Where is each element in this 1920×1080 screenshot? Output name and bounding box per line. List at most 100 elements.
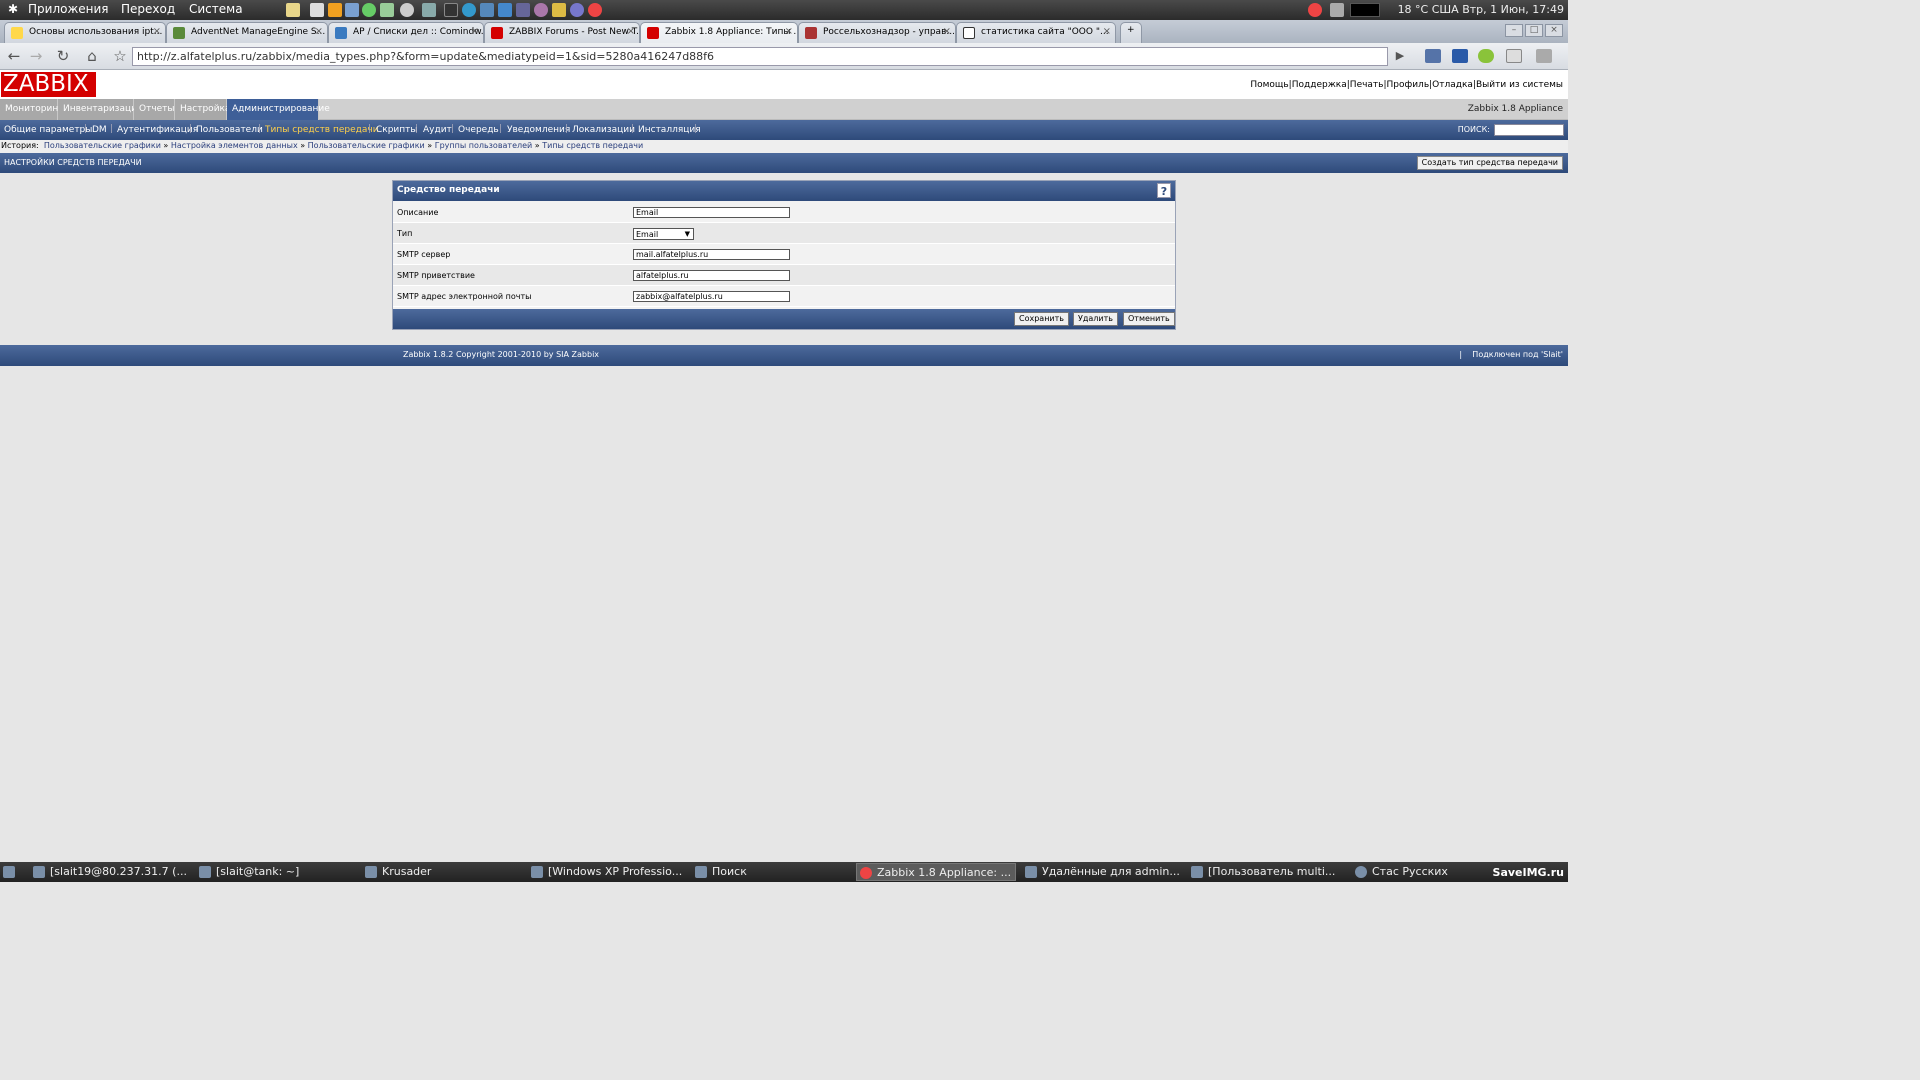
- reload-icon[interactable]: ↻: [53, 47, 73, 65]
- submenu-notifications[interactable]: Уведомления: [507, 125, 570, 135]
- close-icon[interactable]: ×: [153, 26, 161, 37]
- spreadsheet-icon[interactable]: [380, 3, 394, 17]
- back-icon[interactable]: ←: [4, 47, 24, 65]
- gnome-logo-icon[interactable]: ✱: [8, 2, 18, 16]
- tab-configuration[interactable]: Настройка: [175, 99, 231, 120]
- submenu-scripts[interactable]: Скрипты: [376, 125, 418, 135]
- cancel-button[interactable]: Отменить: [1123, 312, 1175, 326]
- taskbar-item[interactable]: Krusader: [362, 863, 522, 881]
- menu-places[interactable]: Переход: [121, 2, 175, 16]
- link-support[interactable]: Поддержка: [1292, 80, 1347, 90]
- tab-administration[interactable]: Администрирование: [227, 99, 330, 120]
- taskbar-item[interactable]: Удалённые для admin...: [1022, 863, 1182, 881]
- home-icon[interactable]: ⌂: [82, 47, 102, 65]
- terminal-icon[interactable]: [444, 3, 458, 17]
- submenu-general[interactable]: Общие параметры: [4, 125, 92, 135]
- link-print[interactable]: Печать: [1350, 80, 1384, 90]
- zabbix-logo[interactable]: ZABBIX: [1, 72, 96, 97]
- link-debug[interactable]: Отладка: [1432, 80, 1473, 90]
- messenger-icon[interactable]: [362, 3, 376, 17]
- browser-tab[interactable]: Россельхознадзор - управ... ×: [798, 22, 956, 43]
- submenu-locales[interactable]: Локализации: [572, 125, 635, 135]
- taskbar-item[interactable]: Стас Русских: [1352, 863, 1497, 881]
- submenu-users[interactable]: Пользователи: [196, 125, 263, 135]
- delete-button[interactable]: Удалить: [1073, 312, 1118, 326]
- help-icon[interactable]: ?: [1157, 183, 1171, 198]
- smtp-email-input[interactable]: zabbix@alfatelplus.ru: [633, 291, 790, 302]
- mail-icon[interactable]: [310, 3, 324, 17]
- close-icon[interactable]: ×: [627, 26, 635, 37]
- show-desktop-icon[interactable]: [0, 863, 22, 881]
- description-input[interactable]: Email: [633, 207, 790, 218]
- history-item[interactable]: Настройка элементов данных: [171, 141, 298, 150]
- forward-icon[interactable]: →: [26, 47, 46, 65]
- submenu-queue[interactable]: Очередь: [458, 125, 499, 135]
- taskbar-item[interactable]: [Windows XP Professio...: [528, 863, 688, 881]
- close-icon[interactable]: ×: [1103, 26, 1111, 37]
- network-icon[interactable]: [345, 3, 359, 17]
- create-media-type-button[interactable]: Создать тип средства передачи: [1416, 156, 1563, 170]
- bookmark-star-icon[interactable]: ☆: [110, 47, 130, 65]
- history-item[interactable]: Группы пользователей: [435, 141, 533, 150]
- system-monitor-graph[interactable]: [1350, 3, 1380, 17]
- warning-icon[interactable]: [328, 3, 342, 17]
- maximize-icon[interactable]: □: [1525, 24, 1543, 37]
- taskbar-item[interactable]: [slait19@80.237.31.7 (...: [30, 863, 190, 881]
- tab-inventory[interactable]: Инвентаризация: [58, 99, 142, 120]
- globe-icon[interactable]: [570, 3, 584, 17]
- smtp-server-input[interactable]: mail.alfatelplus.ru: [633, 249, 790, 260]
- close-icon[interactable]: ×: [471, 26, 479, 37]
- browser-tab-active[interactable]: Zabbix 1.8 Appliance: Типы ... ×: [640, 22, 798, 43]
- close-icon[interactable]: ×: [315, 26, 323, 37]
- submenu-media-types[interactable]: Типы средств передачи: [265, 125, 379, 135]
- minimize-icon[interactable]: –: [1505, 24, 1523, 37]
- wrench-icon[interactable]: [1536, 49, 1552, 63]
- virtualbox-icon[interactable]: [516, 3, 530, 17]
- browser-tab[interactable]: AP / Списки дел :: Comindw... ×: [328, 22, 484, 43]
- submenu-dm[interactable]: DM: [92, 125, 107, 135]
- games-icon[interactable]: [552, 3, 566, 17]
- vk-icon[interactable]: [1452, 49, 1468, 63]
- browser-tab[interactable]: ZABBIX Forums - Post New T... ×: [484, 22, 640, 43]
- history-item[interactable]: Пользовательские графики: [44, 141, 161, 150]
- link-profile[interactable]: Профиль: [1387, 80, 1430, 90]
- history-item[interactable]: Пользовательские графики: [308, 141, 425, 150]
- history-item[interactable]: Типы средств передачи: [542, 141, 643, 150]
- submenu-authentication[interactable]: Аутентификация: [117, 125, 198, 135]
- text-editor-icon[interactable]: [286, 3, 300, 17]
- skype-icon[interactable]: [462, 3, 476, 17]
- chrome-icon[interactable]: [588, 3, 602, 17]
- address-bar[interactable]: http://z.alfatelplus.ru/zabbix/media_typ…: [132, 47, 1388, 66]
- close-icon[interactable]: ×: [785, 26, 793, 37]
- search-tool-icon[interactable]: [400, 3, 414, 17]
- taskbar-item[interactable]: Поиск: [692, 863, 852, 881]
- extension-icon[interactable]: [1425, 49, 1441, 63]
- clock-weather[interactable]: 18 °C США Втр, 1 Июн, 17:49: [1398, 3, 1564, 16]
- browser-tab[interactable]: AdventNet ManageEngine S... ×: [166, 22, 328, 43]
- browser-tab[interactable]: Основы использования ipt... ×: [4, 22, 166, 43]
- taskbar-item[interactable]: [Пользователь multi...: [1188, 863, 1348, 881]
- smtp-helo-input[interactable]: alfatelplus.ru: [633, 270, 790, 281]
- android-icon[interactable]: [1478, 49, 1494, 63]
- link-help[interactable]: Помощь: [1250, 80, 1288, 90]
- link-logout[interactable]: Выйти из системы: [1476, 80, 1563, 90]
- feather-icon[interactable]: [480, 3, 494, 17]
- go-icon[interactable]: ▶: [1390, 47, 1410, 65]
- submenu-installation[interactable]: Инсталляция: [638, 125, 701, 135]
- chrome-tray-icon[interactable]: [1308, 3, 1322, 17]
- volume-icon[interactable]: [1330, 3, 1344, 17]
- search-input[interactable]: [1494, 124, 1564, 136]
- taskbar-item[interactable]: [slait@tank: ~]: [196, 863, 356, 881]
- new-tab-button[interactable]: +: [1120, 22, 1142, 43]
- close-window-icon[interactable]: ×: [1545, 24, 1563, 37]
- browser-tab[interactable]: статистика сайта "ООО "... ×: [956, 22, 1116, 43]
- taskbar-item-active[interactable]: Zabbix 1.8 Appliance: ...: [856, 863, 1016, 881]
- remote-desktop-icon[interactable]: [422, 3, 436, 17]
- menu-system[interactable]: Система: [189, 2, 243, 16]
- pidgin-icon[interactable]: [534, 3, 548, 17]
- page-menu-icon[interactable]: [1506, 49, 1522, 63]
- menu-applications[interactable]: Приложения: [28, 2, 109, 16]
- notes-icon[interactable]: [498, 3, 512, 17]
- submenu-audit[interactable]: Аудит: [423, 125, 452, 135]
- close-icon[interactable]: ×: [943, 26, 951, 37]
